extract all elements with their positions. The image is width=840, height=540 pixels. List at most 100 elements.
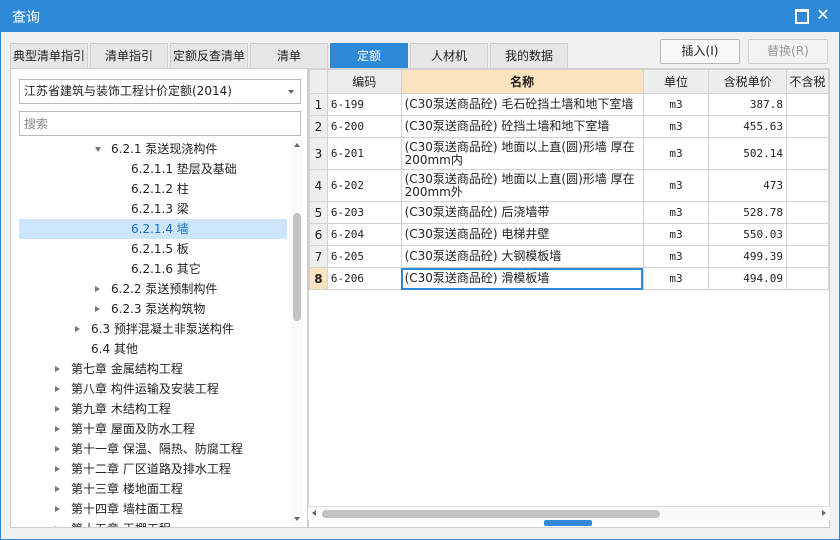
expanded-arrow-icon[interactable] (95, 147, 101, 152)
quota-name[interactable]: (C30泵送商品砼) 后浇墙带 (400, 201, 644, 224)
price-with-tax[interactable]: 473 (708, 169, 787, 202)
tree-item[interactable]: 6.2.1.4 墙 (19, 219, 287, 239)
tree-item[interactable]: 第十章 屋面及防水工程 (19, 419, 287, 439)
quota-unit[interactable]: m3 (642, 245, 710, 268)
price-with-tax[interactable]: 502.14 (708, 137, 787, 170)
quota-unit[interactable]: m3 (642, 93, 710, 116)
scroll-left-icon[interactable] (312, 510, 316, 516)
collapsed-arrow-icon[interactable] (55, 446, 60, 452)
price-with-tax[interactable]: 499.39 (708, 245, 787, 268)
quota-unit[interactable]: m3 (642, 115, 710, 138)
tab-labor-material-machine[interactable]: 人材机 (410, 43, 488, 68)
row-number[interactable]: 3 (309, 137, 328, 170)
collapsed-arrow-icon[interactable] (55, 386, 60, 392)
tree-item[interactable]: 6.3 预拌混凝土非泵送构件 (19, 319, 287, 339)
quota-name[interactable]: (C30泵送商品砼) 电梯井壁 (400, 223, 644, 246)
price-with-tax[interactable]: 550.03 (708, 223, 787, 246)
row-number[interactable]: 2 (309, 115, 328, 138)
column-header-price-tax[interactable]: 含税单价 (708, 69, 787, 94)
tree-item[interactable]: 6.2.1.2 柱 (19, 179, 287, 199)
collapsed-arrow-icon[interactable] (55, 366, 60, 372)
row-number[interactable]: 5 (309, 201, 328, 224)
tab-bill-guide[interactable]: 清单指引 (90, 43, 168, 68)
collapsed-arrow-icon[interactable] (55, 466, 60, 472)
tab-bill[interactable]: 清单 (250, 43, 328, 68)
collapsed-arrow-icon[interactable] (95, 306, 100, 312)
collapsed-arrow-icon[interactable] (55, 486, 60, 492)
tab-typical-bill-guide[interactable]: 典型清单指引 (10, 43, 88, 68)
tree-item[interactable]: 6.2.1.3 梁 (19, 199, 287, 219)
tree-item[interactable]: 6.2.1.1 垫层及基础 (19, 159, 287, 179)
tree-item[interactable]: 第十四章 墙柱面工程 (19, 499, 287, 519)
tree-item[interactable]: 6.2.1.6 其它 (19, 259, 287, 279)
scroll-right-icon[interactable] (822, 510, 826, 516)
tree-item[interactable]: 第十五章 天棚工程 (19, 519, 287, 527)
table-row[interactable]: 3 6-201 (C30泵送商品砼) 地面以上直(圆)形墙 厚在200mm内 m3 50… (309, 137, 829, 170)
insert-button[interactable]: 插入(I) (660, 39, 740, 64)
price-without-tax[interactable] (786, 115, 829, 138)
price-with-tax[interactable]: 494.09 (708, 267, 787, 290)
row-number[interactable]: 7 (309, 245, 328, 268)
price-with-tax[interactable]: 528.78 (708, 201, 787, 224)
quota-name[interactable]: (C30泵送商品砼) 毛石砼挡土墙和地下室墙 (400, 93, 644, 116)
quota-unit[interactable]: m3 (642, 201, 710, 224)
quota-unit[interactable]: m3 (642, 223, 710, 246)
table-row[interactable]: 2 6-200 (C30泵送商品砼) 砼挡土墙和地下室墙 m3 455.63 (309, 115, 829, 138)
tree-item[interactable]: 6.2.3 泵送构筑物 (19, 299, 287, 319)
price-with-tax[interactable]: 387.8 (708, 93, 787, 116)
tree-item[interactable]: 6.2.2 泵送预制构件 (19, 279, 287, 299)
table-row[interactable]: 6 6-204 (C30泵送商品砼) 电梯井壁 m3 550.03 (309, 223, 829, 246)
price-without-tax[interactable] (786, 267, 829, 290)
price-with-tax[interactable]: 455.63 (708, 115, 787, 138)
quota-code[interactable]: 6-201 (326, 137, 402, 170)
tree-item[interactable]: 6.4 其他 (19, 339, 287, 359)
tab-quota[interactable]: 定额 (330, 43, 408, 68)
scroll-thumb[interactable] (293, 213, 301, 321)
tab-quota-reverse-lookup[interactable]: 定额反查清单 (170, 43, 248, 68)
scroll-down-icon[interactable] (294, 517, 300, 521)
quota-code[interactable]: 6-203 (326, 201, 402, 224)
quota-unit[interactable]: m3 (642, 137, 710, 170)
hscroll-thumb[interactable] (322, 510, 660, 518)
panel-splitter-handle[interactable] (544, 520, 592, 526)
price-without-tax[interactable] (786, 169, 829, 202)
column-header-code[interactable]: 编码 (326, 69, 402, 94)
table-row[interactable]: 7 6-205 (C30泵送商品砼) 大钢模板墙 m3 499.39 (309, 245, 829, 268)
quota-code[interactable]: 6-205 (326, 245, 402, 268)
column-header-price-notax[interactable]: 不含税 (786, 69, 829, 94)
quota-unit[interactable]: m3 (642, 267, 710, 290)
quota-name[interactable]: (C30泵送商品砼) 滑模板墙 (400, 267, 644, 290)
quota-name[interactable]: (C30泵送商品砼) 地面以上直(圆)形墙 厚在200mm内 (400, 137, 644, 170)
price-without-tax[interactable] (786, 93, 829, 116)
table-row[interactable]: 1 6-199 (C30泵送商品砼) 毛石砼挡土墙和地下室墙 m3 387.8 (309, 93, 829, 116)
collapsed-arrow-icon[interactable] (95, 286, 100, 292)
price-without-tax[interactable] (786, 201, 829, 224)
collapsed-arrow-icon[interactable] (55, 426, 60, 432)
grid-horizontal-scrollbar[interactable] (308, 506, 830, 520)
collapsed-arrow-icon[interactable] (55, 526, 60, 527)
quota-code[interactable]: 6-200 (326, 115, 402, 138)
tree-item[interactable]: 第九章 木结构工程 (19, 399, 287, 419)
collapsed-arrow-icon[interactable] (55, 506, 60, 512)
price-without-tax[interactable] (786, 245, 829, 268)
tree-scrollbar[interactable] (291, 139, 303, 525)
table-row[interactable]: 4 6-202 (C30泵送商品砼) 地面以上直(圆)形墙 厚在200mm外 m3 47… (309, 169, 829, 202)
restore-icon[interactable] (794, 8, 809, 24)
tree-item[interactable]: 第十三章 楼地面工程 (19, 479, 287, 499)
column-header-unit[interactable]: 单位 (642, 69, 710, 94)
quota-name[interactable]: (C30泵送商品砼) 砼挡土墙和地下室墙 (400, 115, 644, 138)
close-icon[interactable]: ✕ (816, 7, 830, 23)
collapsed-arrow-icon[interactable] (55, 406, 60, 412)
tree-item[interactable]: 6.2.1 泵送现浇构件 (19, 139, 287, 159)
price-without-tax[interactable] (786, 137, 829, 170)
row-number[interactable]: 8 (309, 267, 328, 290)
table-row[interactable]: 8 6-206 (C30泵送商品砼) 滑模板墙 m3 494.09 (309, 267, 829, 290)
table-row[interactable]: 5 6-203 (C30泵送商品砼) 后浇墙带 m3 528.78 (309, 201, 829, 224)
quota-code[interactable]: 6-206 (326, 267, 402, 290)
tab-my-data[interactable]: 我的数据 (490, 43, 568, 68)
replace-button[interactable]: 替换(R) (748, 39, 828, 64)
tree-item[interactable]: 第七章 金属结构工程 (19, 359, 287, 379)
column-header-name[interactable]: 名称 (400, 69, 644, 94)
tree-item[interactable]: 6.2.1.5 板 (19, 239, 287, 259)
tree-item[interactable]: 第十二章 厂区道路及排水工程 (19, 459, 287, 479)
